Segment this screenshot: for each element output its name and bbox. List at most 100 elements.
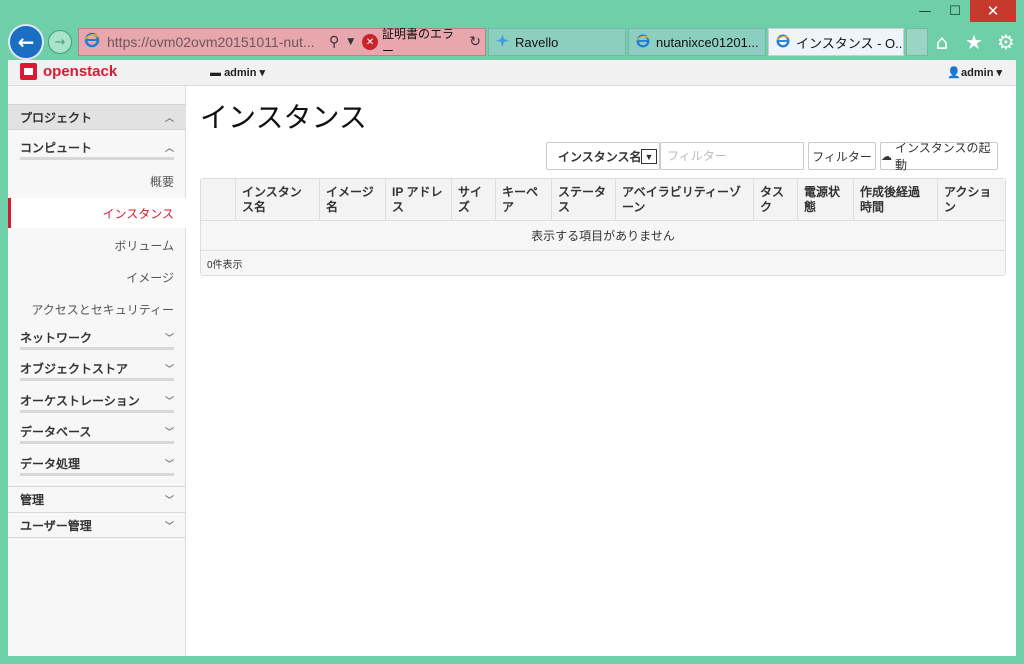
- column-header[interactable]: ステータス: [551, 179, 615, 220]
- project-icon: ▬: [210, 67, 225, 79]
- filter-field-label: インスタンス名: [558, 149, 642, 164]
- filter-input[interactable]: [660, 142, 804, 170]
- column-header[interactable]: タスク: [753, 179, 797, 220]
- select-all-checkbox[interactable]: [201, 179, 235, 220]
- sidebar-compute[interactable]: コンピュート ︿: [8, 134, 186, 160]
- chevron-down-icon[interactable]: ▼: [347, 37, 354, 47]
- launch-instance-label: インスタンスの起動: [895, 141, 991, 172]
- address-bar[interactable]: https://ovm02ovm20151011-nut... ⚲ ▼ ✕ 証明…: [78, 25, 486, 59]
- search-icon[interactable]: ⚲: [329, 34, 339, 50]
- divider: [20, 441, 174, 444]
- sidebar-identity[interactable]: ユーザー管理 ﹀: [8, 512, 186, 538]
- openstack-logo[interactable]: openstack: [20, 63, 117, 80]
- sidebar-item-images[interactable]: イメージ: [8, 262, 186, 292]
- column-header[interactable]: 作成後経過時間: [853, 179, 937, 220]
- tab-label: インスタンス - O...: [796, 35, 904, 51]
- browser-icons: ⌂ ★ ⚙: [930, 30, 1018, 54]
- chevron-up-icon: ︿: [164, 142, 174, 153]
- sidebar-data-processing[interactable]: データ処理 ﹀: [8, 450, 186, 476]
- cert-error-indicator[interactable]: ✕ 証明書のエラー: [362, 25, 465, 59]
- browser-window: — ☐ ✕ ← → https://ovm02ovm20151011-nut..…: [0, 0, 1024, 664]
- caret-down-icon: ▾: [256, 67, 266, 79]
- sidebar-database[interactable]: データベース ﹀: [8, 418, 186, 444]
- sidebar-admin-label: 管理: [20, 493, 45, 507]
- window-controls: — ☐ ✕: [910, 0, 1016, 22]
- tab-label: Ravello: [515, 34, 559, 50]
- user-dropdown[interactable]: 👤admin ▾: [947, 66, 1002, 79]
- tab-label: nutanixce01201...: [656, 34, 759, 50]
- star-icon[interactable]: ★: [962, 30, 986, 54]
- divider: [20, 157, 174, 160]
- sidebar-orchestration[interactable]: オーケストレーション ﹀: [8, 387, 186, 413]
- openstack-logo-icon: [20, 63, 37, 80]
- ie-icon: [635, 33, 651, 52]
- page-viewport: openstack ▬ admin ▾ 👤admin ▾ プロジェクト ︿ コン…: [8, 60, 1016, 656]
- ie-icon: [775, 33, 791, 52]
- caret-down-icon: ▾: [993, 67, 1002, 79]
- minimize-button[interactable]: —: [910, 0, 940, 22]
- sidebar-group-label: データベース: [20, 424, 92, 439]
- launch-instance-button[interactable]: ☁ インスタンスの起動: [880, 141, 998, 172]
- tab-instances[interactable]: インスタンス - O... ✕: [768, 28, 904, 56]
- filter-field-select[interactable]: インスタンス名 ▼: [546, 142, 660, 170]
- divider: [20, 347, 174, 350]
- divider: [20, 378, 174, 381]
- cloud-upload-icon: ☁: [881, 150, 892, 163]
- sidebar-network[interactable]: ネットワーク ﹀: [8, 324, 186, 350]
- sidebar-item-overview[interactable]: 概要: [8, 166, 186, 196]
- column-header[interactable]: キーペア: [495, 179, 551, 220]
- table-toolbar: インスタンス名 ▼ フィルター ☁ インスタンスの起動: [200, 141, 1006, 172]
- column-header: アクション: [937, 179, 1005, 220]
- column-header[interactable]: インスタンス名: [235, 179, 319, 220]
- sidebar-project-label: プロジェクト: [20, 110, 93, 125]
- sidebar-group-label: オーケストレーション: [20, 393, 140, 408]
- column-header[interactable]: サイズ: [451, 179, 495, 220]
- arrow-left-icon: ←: [17, 30, 35, 54]
- project-dropdown[interactable]: ▬ admin ▾: [210, 66, 265, 79]
- cert-error-label: 証明書のエラー: [382, 27, 455, 58]
- ravello-icon: [495, 33, 510, 51]
- project-dropdown-label: admin: [224, 67, 257, 79]
- instances-table: インスタンス名 イメージ名 IP アドレス サイズ キーペア ステータス アベイ…: [200, 178, 1006, 276]
- chevron-down-icon: ﹀: [164, 363, 174, 374]
- openstack-header: openstack ▬ admin ▾ 👤admin ▾: [8, 60, 1016, 86]
- sidebar-object-store[interactable]: オブジェクトストア ﹀: [8, 355, 186, 381]
- user-dropdown-label: admin: [961, 67, 994, 79]
- forward-button[interactable]: →: [48, 30, 72, 54]
- sidebar-item-instances[interactable]: インスタンス: [8, 198, 186, 228]
- table-header: インスタンス名 イメージ名 IP アドレス サイズ キーペア ステータス アベイ…: [201, 179, 1005, 221]
- chevron-down-icon: ﹀: [164, 395, 174, 406]
- gear-icon[interactable]: ⚙: [994, 30, 1018, 54]
- column-header[interactable]: 電源状態: [797, 179, 853, 220]
- new-tab-button[interactable]: [906, 28, 928, 56]
- column-header[interactable]: IP アドレス: [385, 179, 451, 220]
- address-url[interactable]: https://ovm02ovm20151011-nut...: [107, 34, 325, 50]
- refresh-icon[interactable]: ↻: [469, 34, 481, 50]
- close-window-button[interactable]: ✕: [970, 0, 1016, 22]
- chevron-down-icon: ﹀: [164, 332, 174, 343]
- sidebar-item-access-security[interactable]: アクセスとセキュリティー: [8, 294, 186, 324]
- tab-nutanix[interactable]: nutanixce01201...: [628, 28, 766, 56]
- sidebar-admin[interactable]: 管理 ﹀: [8, 486, 186, 512]
- column-header[interactable]: アベイラビリティーゾーン: [615, 179, 753, 220]
- tab-ravello[interactable]: Ravello: [488, 28, 626, 56]
- user-icon: 👤: [947, 67, 962, 79]
- column-header[interactable]: イメージ名: [319, 179, 385, 220]
- home-icon[interactable]: ⌂: [930, 30, 954, 54]
- chevron-down-icon: ▼: [641, 149, 657, 164]
- back-button[interactable]: ←: [8, 24, 44, 60]
- ie-icon: [83, 31, 101, 53]
- sidebar-project[interactable]: プロジェクト ︿: [8, 104, 186, 130]
- arrow-right-icon: →: [54, 34, 66, 50]
- empty-message: 表示する項目がありません: [201, 221, 1005, 251]
- sidebar-item-volumes[interactable]: ボリューム: [8, 230, 186, 260]
- table-footer-count: 0件表示: [201, 251, 1005, 275]
- divider: [20, 473, 174, 476]
- chevron-up-icon: ︿: [164, 112, 174, 123]
- maximize-button[interactable]: ☐: [940, 0, 970, 22]
- filter-button[interactable]: フィルター: [808, 142, 876, 170]
- sidebar-compute-label: コンピュート: [20, 140, 93, 155]
- chevron-down-icon: ﹀: [164, 520, 174, 531]
- divider: [20, 410, 174, 413]
- error-icon: ✕: [362, 34, 379, 50]
